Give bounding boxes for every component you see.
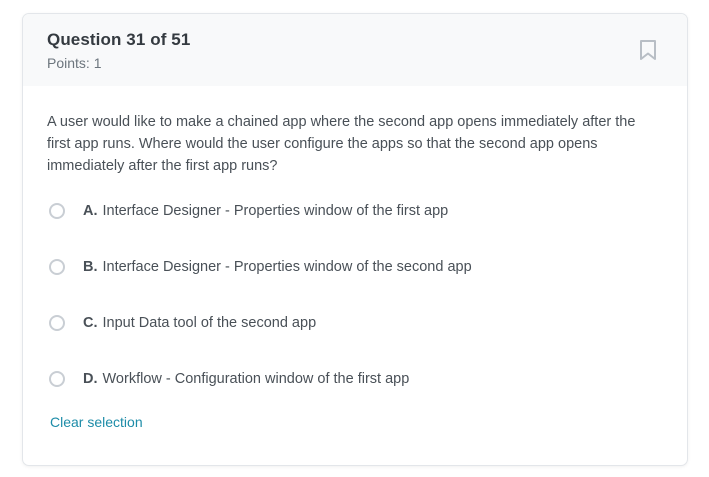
option-label: Input Data tool of the second app: [102, 315, 317, 331]
question-header: Question 31 of 51 Points: 1: [23, 14, 687, 86]
option-label: Interface Designer - Properties window o…: [102, 259, 472, 275]
option-c[interactable]: C. Input Data tool of the second app: [49, 312, 316, 334]
option-letter: D.: [83, 371, 98, 387]
radio-button-b[interactable]: [49, 259, 65, 275]
option-d[interactable]: D. Workflow - Configuration window of th…: [49, 368, 409, 390]
radio-button-c[interactable]: [49, 315, 65, 331]
option-label: Interface Designer - Properties window o…: [102, 203, 449, 219]
option-letter: A.: [83, 203, 98, 219]
clear-selection-link[interactable]: Clear selection: [50, 414, 143, 430]
question-title: Question 31 of 51: [47, 30, 191, 49]
bookmark-icon[interactable]: [639, 39, 657, 61]
radio-button-a[interactable]: [49, 203, 65, 219]
question-points: Points: 1: [47, 55, 102, 71]
question-text: A user would like to make a chained app …: [47, 114, 636, 174]
option-a[interactable]: A. Interface Designer - Properties windo…: [49, 200, 448, 222]
option-b[interactable]: B. Interface Designer - Properties windo…: [49, 256, 472, 278]
option-label: Workflow - Configuration window of the f…: [102, 371, 410, 387]
radio-button-d[interactable]: [49, 371, 65, 387]
option-letter: C.: [83, 315, 98, 331]
question-card: Question 31 of 51 Points: 1 A user would…: [22, 13, 688, 466]
option-letter: B.: [83, 259, 98, 275]
